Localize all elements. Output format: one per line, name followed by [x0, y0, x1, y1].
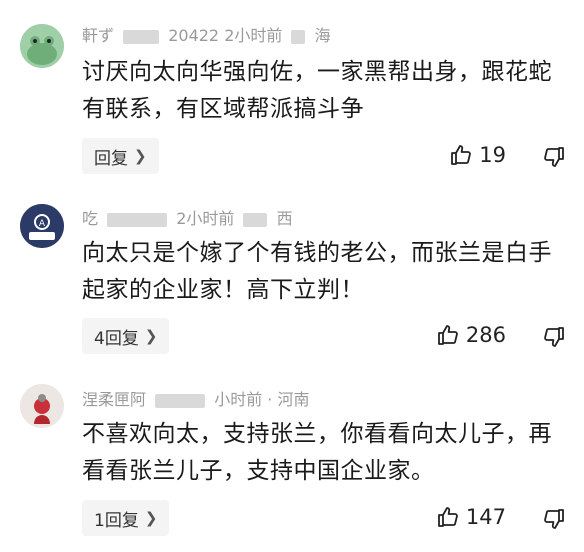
like-count: 147	[465, 505, 506, 529]
avatar[interactable]	[20, 24, 64, 68]
thumbs-up-icon	[451, 145, 472, 165]
thumbs-down-icon	[544, 327, 564, 347]
location: 海	[314, 26, 331, 45]
dislike-button[interactable]	[542, 325, 566, 349]
like-count: 286	[465, 323, 506, 347]
chevron-right-icon: ❯	[144, 509, 158, 527]
reply-label: 4回复	[94, 328, 139, 349]
emblem-avatar-icon: A	[20, 204, 64, 248]
reply-button[interactable]: 回复 ❯	[82, 138, 159, 174]
timestamp: 20422 2小时前	[168, 26, 283, 45]
comment-meta: 軒ず 20422 2小时前 海	[82, 22, 331, 46]
reply-label: 1回复	[94, 510, 139, 531]
reply-label: 回复	[94, 148, 128, 169]
frog-avatar-icon	[20, 24, 64, 68]
like-button[interactable]: 147	[436, 505, 506, 529]
rose-avatar-icon	[20, 384, 64, 428]
chevron-right-icon: ❯	[134, 147, 147, 165]
thumbs-down-icon	[544, 509, 564, 529]
username[interactable]: 軒ず	[82, 26, 114, 45]
username[interactable]: 涅柔匣阿	[82, 390, 146, 409]
comment-meta: 吃 2小时前 西	[82, 205, 293, 229]
comment-meta: 涅柔匣阿 小时前 · 河南	[82, 386, 309, 410]
reply-button[interactable]: 1回复 ❯	[82, 500, 170, 536]
thumbs-up-icon	[438, 507, 458, 527]
comment-text: 向太只是个嫁了个有钱的老公，而张兰是白手起家的企业家！高下立判！	[82, 240, 552, 303]
comment-text: 不喜欢向太，支持张兰，你看看向太儿子，再看看张兰儿子，支持中国企业家。	[82, 421, 552, 484]
timestamp: 小时前 · 河南	[214, 390, 310, 409]
location: 西	[276, 209, 293, 228]
like-button[interactable]: 286	[436, 323, 506, 347]
timestamp: 2小时前	[176, 209, 235, 228]
avatar[interactable]	[20, 384, 64, 428]
chevron-right-icon: ❯	[144, 327, 158, 345]
username[interactable]: 吃	[82, 209, 98, 228]
like-count: 19	[479, 143, 506, 167]
thumbs-up-icon	[438, 325, 458, 345]
comment-text: 讨厌向太向华强向佐，一家黑帮出身，跟花蛇有联系，有区域帮派搞斗争	[82, 59, 552, 122]
dislike-button[interactable]	[542, 507, 566, 531]
like-button[interactable]: 19	[449, 143, 506, 167]
svg-text:A: A	[39, 219, 46, 229]
thumbs-down-icon	[544, 147, 564, 167]
dislike-button[interactable]	[542, 145, 566, 169]
reply-button[interactable]: 4回复 ❯	[82, 318, 170, 354]
avatar[interactable]: A	[20, 204, 64, 248]
